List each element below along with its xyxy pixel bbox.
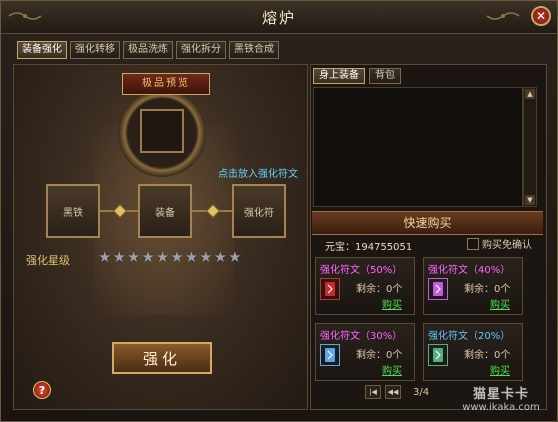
furnace-window: 熔炉 ✕ 装备强化 强化转移 极品洗炼 强化拆分 黑铁合成 极品预览 点击放入强… — [0, 0, 558, 422]
buy-button[interactable]: 购买 — [382, 362, 402, 377]
first-page-icon[interactable]: |◀ — [365, 385, 381, 399]
tab-enhance-split[interactable]: 强化拆分 — [176, 41, 226, 59]
watermark-url: www.ikaka.com — [462, 402, 540, 413]
title-bar[interactable]: 熔炉 ✕ — [1, 1, 557, 34]
star-icon: ★ — [228, 248, 242, 266]
forge-panel: 极品预览 点击放入强化符文 黑铁 装备 强化符 强化星级 ★ ★ ★ ★ ★ ★ ★ ★ ★ ★ … — [13, 64, 308, 410]
rune-hint-text: 点击放入强化符文 — [218, 169, 298, 180]
rune-icon[interactable] — [428, 344, 448, 366]
enhance-button[interactable]: 强化 — [112, 342, 212, 374]
enhance-star-row: ★ ★ ★ ★ ★ ★ ★ ★ ★ ★ — [98, 249, 242, 265]
tab-premium-refine[interactable]: 极品洗炼 — [123, 41, 173, 59]
scroll-down-arrow-icon[interactable]: ▼ — [525, 195, 535, 205]
slot-label: 强化符 — [244, 207, 274, 219]
inventory-tabs: 身上装备 背包 — [313, 68, 401, 84]
item-remaining: 剩余：0个 — [464, 350, 511, 361]
item-name: 强化符文（40%） — [428, 265, 511, 276]
star-icon: ★ — [98, 248, 112, 266]
tab-backpack[interactable]: 背包 — [369, 68, 401, 84]
inventory-grid[interactable] — [313, 87, 523, 207]
buy-button[interactable]: 购买 — [382, 296, 402, 311]
item-remaining: 剩余：0个 — [464, 284, 511, 295]
star-icon: ★ — [213, 248, 228, 266]
buy-button[interactable]: 购买 — [490, 296, 510, 311]
black-iron-slot[interactable]: 黑铁 — [46, 184, 100, 238]
shop-item: 强化符文（20%） 剩余：0个 购买 — [423, 323, 523, 381]
tab-equipment-enhance[interactable]: 装备强化 — [17, 41, 67, 59]
close-button[interactable]: ✕ — [531, 6, 551, 26]
tab-equipped[interactable]: 身上装备 — [313, 68, 365, 84]
star-icon: ★ — [112, 248, 126, 266]
no-confirm-option[interactable]: 购买免确认 — [467, 236, 532, 251]
slot-label: 黑铁 — [63, 207, 83, 219]
star-icon: ★ — [141, 248, 155, 266]
inventory-scrollbar[interactable]: ▲ ▼ — [523, 87, 537, 207]
shop-item: 强化符文（40%） 剩余：0个 购买 — [423, 257, 523, 315]
page-indicator: 3/4 — [413, 386, 430, 398]
no-confirm-label: 购买免确认 — [482, 240, 532, 251]
tab-black-iron-synthesis[interactable]: 黑铁合成 — [229, 41, 279, 59]
rune-icon[interactable] — [320, 278, 340, 300]
rune-icon[interactable] — [320, 344, 340, 366]
rune-icon[interactable] — [428, 278, 448, 300]
star-icon: ★ — [199, 248, 213, 266]
slot-label: 装备 — [155, 207, 175, 219]
star-icon: ★ — [184, 248, 199, 266]
watermark-brand: 猫星卡卡 — [472, 387, 529, 402]
star-icon: ★ — [155, 248, 170, 266]
preview-result-slot[interactable] — [140, 109, 184, 153]
item-remaining: 剩余：0个 — [356, 350, 403, 361]
close-x-icon: ✕ — [535, 9, 547, 23]
scroll-up-arrow-icon[interactable]: ▲ — [525, 89, 535, 99]
item-name: 强化符文（30%） — [320, 331, 403, 342]
tab-enhance-transfer[interactable]: 强化转移 — [70, 41, 120, 59]
equipment-slot[interactable]: 装备 — [138, 184, 192, 238]
star-icon: ★ — [126, 248, 141, 266]
shop-item: 强化符文（50%） 剩余：0个 购买 — [315, 257, 415, 315]
shop-item: 强化符文（30%） 剩余：0个 购买 — [315, 323, 415, 381]
star-icon: ★ — [170, 248, 184, 266]
quick-buy-header: 快速购买 — [312, 211, 543, 235]
main-tabs: 装备强化 强化转移 极品洗炼 强化拆分 黑铁合成 — [17, 41, 279, 59]
item-name: 强化符文（50%） — [320, 265, 403, 276]
site-watermark: 猫星卡卡 www.ikaka.com — [449, 383, 553, 419]
help-icon[interactable]: ? — [33, 381, 51, 399]
buy-button[interactable]: 购买 — [490, 362, 510, 377]
prev-page-icon[interactable]: ◀◀ — [385, 385, 401, 399]
enhance-star-label: 强化星级 — [26, 254, 70, 267]
ingot-balance: 元宝：194755051 — [325, 242, 413, 253]
enhance-rune-slot[interactable]: 强化符 — [232, 184, 286, 238]
item-remaining: 剩余：0个 — [356, 284, 403, 295]
no-confirm-checkbox[interactable] — [467, 237, 479, 250]
window-title: 熔炉 — [261, 9, 296, 27]
inventory-panel: 身上装备 背包 ▲ ▼ 快速购买 元宝：194755051 购买免确认 强化符文… — [310, 64, 547, 410]
title-ornament-icon — [486, 12, 520, 20]
shop-pagination: |◀ ◀◀ 3/4 — [365, 385, 429, 399]
item-name: 强化符文（20%） — [428, 331, 511, 342]
premium-preview-label: 极品预览 — [122, 73, 210, 95]
